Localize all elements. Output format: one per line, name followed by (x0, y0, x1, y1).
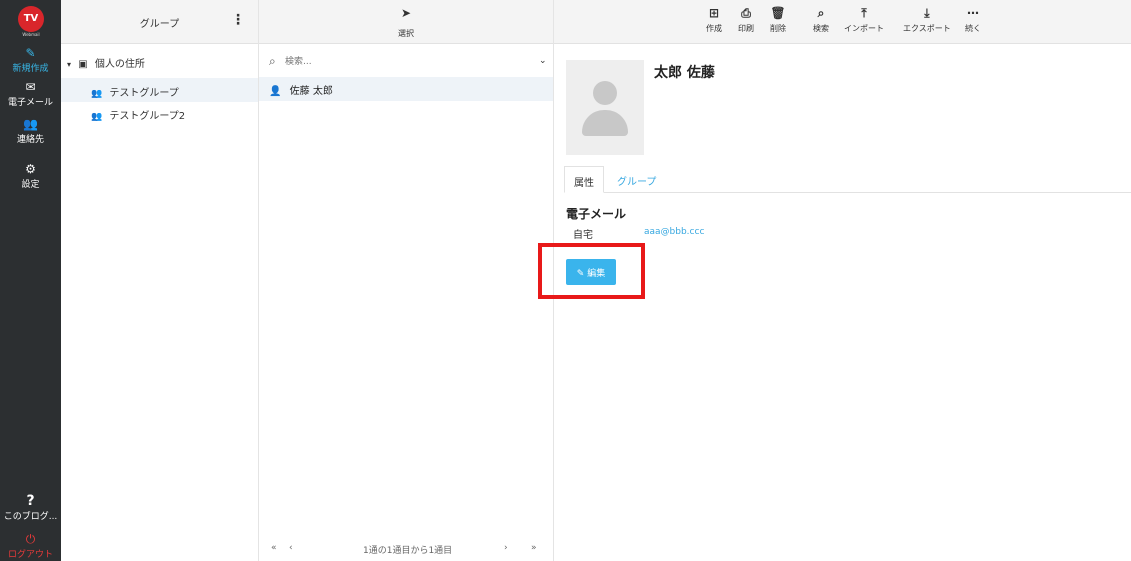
import-button[interactable]: ⤒ インポート (844, 6, 884, 34)
plus-square-icon: ⊞ (708, 6, 720, 20)
nav-settings[interactable]: ⚙ 設定 (0, 162, 61, 191)
create-button[interactable]: ⊞ 作成 (706, 6, 722, 34)
pager-count: 1通の1通目から1通目 (363, 546, 453, 556)
contact-name: 佐藤 太郎 (289, 86, 333, 97)
group-label: テストグループ2 (109, 111, 186, 122)
app-logo[interactable]: TV Webmail (14, 6, 48, 37)
question-icon: ? (26, 493, 35, 509)
group-item-test-group-2[interactable]: 👥 テストグループ2 (91, 107, 185, 122)
nav-compose[interactable]: ✎ 新規作成 (0, 46, 61, 75)
nav-contacts[interactable]: 👥 連絡先 (0, 117, 61, 146)
contacts-list-panel: ➤ 選択 ⌕ ⌄ 👤 佐藤 太郎 « ‹ 1通の1通目から1通目 › » (259, 0, 554, 561)
nav-contacts-label: 連絡先 (16, 135, 44, 145)
logo-caption: Webmail (22, 32, 40, 37)
print-button[interactable]: ⎙ 印刷 (738, 6, 754, 34)
power-icon: ⏻ (25, 532, 36, 546)
kebab-menu-icon[interactable]: ⋮ (231, 12, 245, 28)
toolbar: ⊞ 作成 ⎙ 印刷 🗑 削除 ⌕ 検索 ⤒ インポート ⤓ エクスポート ⋯ 続… (554, 0, 1131, 44)
logo-mark: TV (18, 6, 44, 32)
pager: « ‹ 1通の1通目から1通目 › » (259, 538, 553, 560)
contact-search: ⌕ ⌄ (259, 52, 553, 74)
nav-help-label: このブログ... (3, 512, 58, 522)
groups-panel: グループ ⋮ ▾ ▣ 個人の住所 👥 テストグループ 👥 テストグループ2 (61, 0, 259, 561)
chevron-down-icon[interactable]: ▾ (67, 60, 71, 69)
address-book-personal[interactable]: ▾ ▣ 個人の住所 (67, 55, 145, 70)
search-button[interactable]: ⌕ 検索 (813, 6, 829, 34)
address-book-icon: ▣ (78, 59, 88, 70)
address-book-label: 個人の住所 (94, 59, 145, 70)
users-icon: 👥 (23, 117, 38, 131)
nav-logout[interactable]: ⏻ ログアウト (0, 532, 61, 561)
delete-label: 削除 (770, 24, 786, 33)
cursor-select-icon: ➤ (400, 6, 412, 20)
more-dots-icon: ⋯ (967, 6, 979, 20)
search-label: 検索 (813, 24, 829, 33)
tab-properties[interactable]: 属性 (564, 166, 604, 193)
nav-email-label: 電子メール (7, 98, 53, 108)
envelope-icon: ✉ (25, 80, 36, 94)
groups-header: グループ ⋮ (61, 0, 258, 44)
contact-detail: 太郎 佐藤 属性 グループ 電子メール 自宅 aaa@bbb.ccc ✎ 編集 (554, 45, 1131, 561)
users-icon: 👥 (91, 89, 103, 99)
print-label: 印刷 (738, 24, 754, 33)
detail-tabs: 属性 グループ (564, 166, 1131, 193)
left-navigation: TV Webmail ✎ 新規作成 ✉ 電子メール 👥 連絡先 ⚙ 設定 ? こ… (0, 0, 61, 561)
section-email-title: 電子メール (566, 207, 627, 221)
trash-icon: 🗑 (770, 6, 786, 20)
avatar-body (582, 110, 628, 136)
person-icon: 👤 (269, 86, 282, 97)
create-label: 作成 (706, 24, 722, 33)
delete-button[interactable]: 🗑 削除 (770, 6, 786, 34)
search-input[interactable] (283, 54, 483, 70)
more-button[interactable]: ⋯ 続く (965, 6, 981, 34)
nav-settings-label: 設定 (21, 180, 40, 190)
search-icon: ⌕ (817, 6, 825, 20)
select-label: 選択 (398, 29, 414, 38)
search-icon: ⌕ (269, 54, 276, 68)
group-label: テストグループ (109, 88, 179, 99)
group-item-test-group[interactable]: 👥 テストグループ (61, 78, 258, 102)
contact-display-name: 太郎 佐藤 (654, 65, 715, 81)
list-header[interactable]: ➤ 選択 (259, 0, 553, 44)
avatar-head (593, 81, 617, 105)
prev-page-icon[interactable]: ‹ (289, 543, 293, 553)
avatar[interactable] (566, 60, 644, 155)
printer-icon: ⎙ (741, 6, 751, 20)
contact-list-item[interactable]: 👤 佐藤 太郎 (259, 77, 553, 101)
first-page-icon[interactable]: « (271, 543, 277, 553)
users-icon: 👥 (91, 112, 103, 122)
download-icon: ⤓ (924, 6, 930, 20)
import-label: インポート (844, 24, 884, 33)
compose-icon: ✎ (25, 46, 36, 60)
more-label: 続く (965, 24, 981, 33)
highlight-box (538, 243, 645, 299)
groups-title: グループ (139, 19, 180, 30)
nav-help[interactable]: ? このブログ... (0, 493, 61, 522)
upload-icon: ⤒ (861, 6, 867, 20)
tab-groups[interactable]: グループ (608, 166, 665, 193)
email-link[interactable]: aaa@bbb.ccc (644, 227, 704, 237)
next-page-icon[interactable]: › (504, 543, 508, 553)
last-page-icon[interactable]: » (531, 543, 537, 553)
chevron-down-icon[interactable]: ⌄ (539, 56, 547, 66)
export-button[interactable]: ⤓ エクスポート (903, 6, 951, 34)
nav-logout-label: ログアウト (7, 550, 53, 560)
email-type-label: 自宅 (573, 230, 593, 241)
nav-compose-label: 新規作成 (12, 64, 49, 74)
export-label: エクスポート (903, 24, 951, 33)
nav-email[interactable]: ✉ 電子メール (0, 80, 61, 109)
gear-icon: ⚙ (25, 162, 36, 176)
